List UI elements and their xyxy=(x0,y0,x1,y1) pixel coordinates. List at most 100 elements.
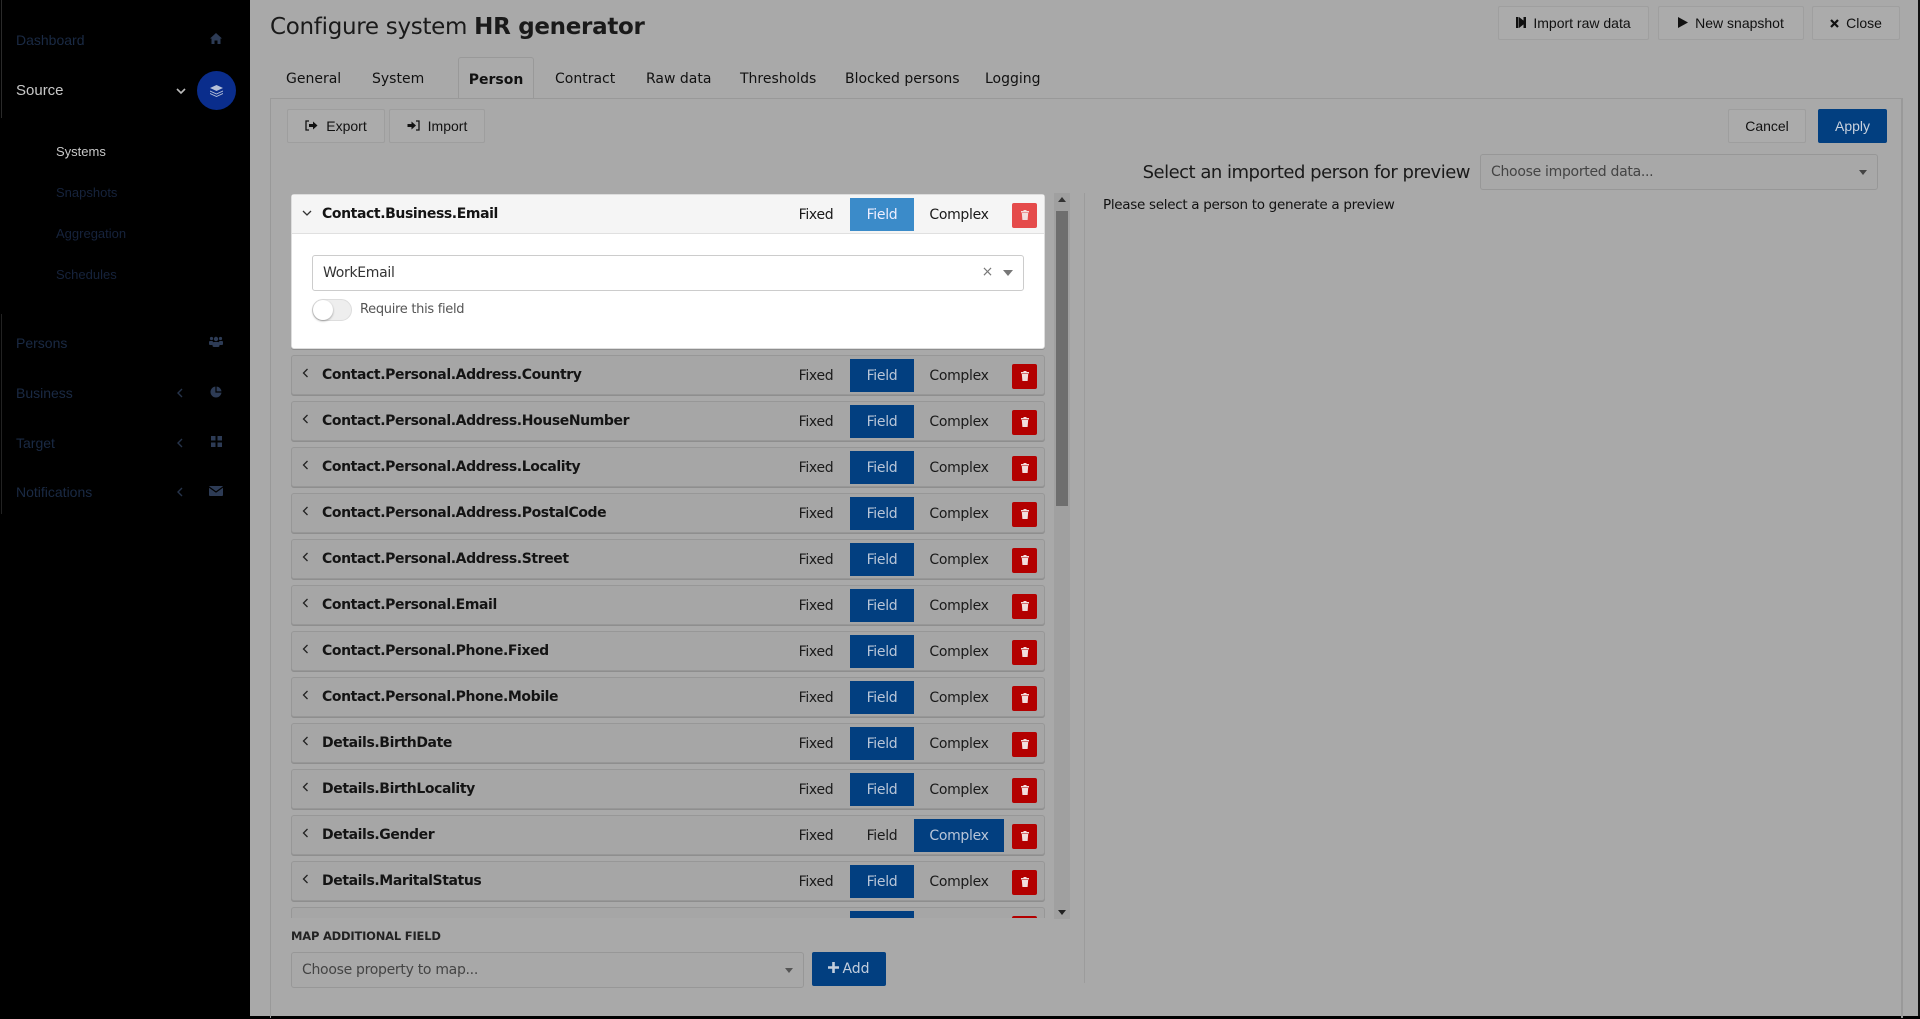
sidebar-subitem-aggregation[interactable]: Aggregation xyxy=(56,226,126,241)
sidebar-item-source[interactable]: Source xyxy=(0,70,250,110)
mode-complex-button[interactable]: Complex xyxy=(914,911,1004,918)
chevron-left-icon[interactable] xyxy=(302,505,309,519)
mode-complex-button[interactable]: Complex xyxy=(914,451,1004,484)
add-mapping-button[interactable]: Add xyxy=(812,952,886,986)
sidebar-item-target[interactable]: Target xyxy=(0,423,250,463)
chevron-left-icon[interactable] xyxy=(302,873,309,887)
scroll-down-icon[interactable] xyxy=(1058,910,1066,915)
delete-mapping-button[interactable] xyxy=(1012,916,1037,918)
mapping-field-name[interactable]: Contact.Personal.Address.Street xyxy=(322,551,569,567)
mode-complex-button[interactable]: Complex xyxy=(914,727,1004,760)
map-property-select[interactable]: Choose property to map... xyxy=(291,952,804,988)
mode-complex-button[interactable]: Complex xyxy=(914,359,1004,392)
mode-fixed-button[interactable]: Fixed xyxy=(792,405,840,438)
preview-person-select[interactable]: Choose imported data... xyxy=(1480,154,1878,190)
chevron-left-icon[interactable] xyxy=(302,827,309,841)
tab-system[interactable]: System xyxy=(372,57,424,99)
mode-field-button[interactable]: Field xyxy=(850,497,914,530)
mapping-field-name[interactable]: Details.BirthLocality xyxy=(322,781,475,797)
mapping-field-name[interactable]: Contact.Personal.Address.Locality xyxy=(322,459,581,475)
mode-field-button[interactable]: Field xyxy=(850,911,914,918)
mode-complex-button[interactable]: Complex xyxy=(914,497,1004,530)
sidebar-subitem-systems[interactable]: Systems xyxy=(56,144,106,159)
mode-fixed-button[interactable]: Fixed xyxy=(792,543,840,576)
mapping-field-name[interactable]: Contact.Business.Email xyxy=(322,206,498,222)
mode-fixed-button[interactable]: Fixed xyxy=(792,865,840,898)
delete-mapping-button[interactable] xyxy=(1012,778,1037,803)
new-snapshot-button[interactable]: New snapshot xyxy=(1658,6,1804,40)
tab-blocked-persons[interactable]: Blocked persons xyxy=(845,57,960,99)
tab-contract[interactable]: Contract xyxy=(555,57,615,99)
chevron-left-icon[interactable] xyxy=(302,781,309,795)
clear-icon[interactable]: × xyxy=(982,264,994,280)
chevron-left-icon[interactable] xyxy=(302,413,309,427)
mapping-field-name[interactable]: Contact.Personal.Address.Country xyxy=(322,367,582,383)
chevron-down-icon[interactable] xyxy=(302,206,312,220)
chevron-left-icon[interactable] xyxy=(302,459,309,473)
import-raw-data-button[interactable]: Import raw data xyxy=(1498,6,1649,40)
mode-fixed-button[interactable]: Fixed xyxy=(792,635,840,668)
delete-mapping-button[interactable] xyxy=(1012,502,1037,527)
mode-field-button[interactable]: Field xyxy=(850,359,914,392)
mode-fixed-button[interactable]: Fixed xyxy=(792,911,840,918)
mode-fixed-button[interactable]: Fixed xyxy=(792,451,840,484)
mode-fixed-button[interactable]: Fixed xyxy=(792,359,840,392)
scrollbar-thumb[interactable] xyxy=(1056,211,1068,506)
close-button[interactable]: Close xyxy=(1812,6,1900,40)
source-field-select[interactable]: WorkEmail × xyxy=(312,255,1024,291)
mapping-field-name[interactable]: Contact.Personal.Phone.Fixed xyxy=(322,643,549,659)
mode-complex-button[interactable]: Complex xyxy=(914,405,1004,438)
mode-field-button[interactable]: Field xyxy=(850,819,914,852)
delete-mapping-button[interactable] xyxy=(1012,410,1037,435)
delete-mapping-button[interactable] xyxy=(1012,203,1037,228)
export-button[interactable]: Export xyxy=(287,109,385,143)
mode-field-button[interactable]: Field xyxy=(850,451,914,484)
chevron-left-icon[interactable] xyxy=(302,367,309,381)
delete-mapping-button[interactable] xyxy=(1012,870,1037,895)
mode-fixed-button[interactable]: Fixed xyxy=(792,198,840,231)
mode-field-button[interactable]: Field xyxy=(850,405,914,438)
mode-fixed-button[interactable]: Fixed xyxy=(792,497,840,530)
chevron-left-icon[interactable] xyxy=(302,643,309,657)
delete-mapping-button[interactable] xyxy=(1012,594,1037,619)
delete-mapping-button[interactable] xyxy=(1012,364,1037,389)
mode-field-button[interactable]: Field xyxy=(850,635,914,668)
cancel-button[interactable]: Cancel xyxy=(1728,109,1806,143)
chevron-left-icon[interactable] xyxy=(302,735,309,749)
mode-field-button[interactable]: Field xyxy=(850,727,914,760)
mode-complex-button[interactable]: Complex xyxy=(914,635,1004,668)
mode-field-button[interactable]: Field xyxy=(850,865,914,898)
mapping-field-name[interactable]: Contact.Personal.Email xyxy=(322,597,497,613)
mode-field-button[interactable]: Field xyxy=(850,543,914,576)
tab-general[interactable]: General xyxy=(286,57,341,99)
mapping-field-name[interactable]: Details.MaritalStatus xyxy=(322,873,482,889)
tab-thresholds[interactable]: Thresholds xyxy=(740,57,816,99)
delete-mapping-button[interactable] xyxy=(1012,732,1037,757)
mode-field-button[interactable]: Field xyxy=(850,198,914,231)
mode-fixed-button[interactable]: Fixed xyxy=(792,727,840,760)
sidebar-item-notifications[interactable]: Notifications xyxy=(0,472,250,512)
mapping-field-name[interactable]: Details.BirthDate xyxy=(322,735,452,751)
tab-logging[interactable]: Logging xyxy=(985,57,1041,99)
scroll-up-icon[interactable] xyxy=(1058,197,1066,202)
chevron-left-icon[interactable] xyxy=(302,597,309,611)
mode-fixed-button[interactable]: Fixed xyxy=(792,819,840,852)
sidebar-item-dashboard[interactable]: Dashboard xyxy=(0,20,250,60)
require-field-toggle[interactable] xyxy=(312,299,352,321)
mode-field-button[interactable]: Field xyxy=(850,589,914,622)
mode-field-button[interactable]: Field xyxy=(850,681,914,714)
mode-fixed-button[interactable]: Fixed xyxy=(792,773,840,806)
delete-mapping-button[interactable] xyxy=(1012,548,1037,573)
mapping-field-name[interactable]: Details.Gender xyxy=(322,827,435,843)
mapping-field-name[interactable]: Contact.Personal.Address.HouseNumber xyxy=(322,413,630,429)
mode-complex-button[interactable]: Complex xyxy=(914,681,1004,714)
mode-complex-button[interactable]: Complex xyxy=(914,865,1004,898)
mode-complex-button[interactable]: Complex xyxy=(914,819,1004,852)
import-button[interactable]: Import xyxy=(389,109,485,143)
apply-button[interactable]: Apply xyxy=(1818,109,1887,143)
mode-fixed-button[interactable]: Fixed xyxy=(792,589,840,622)
delete-mapping-button[interactable] xyxy=(1012,640,1037,665)
delete-mapping-button[interactable] xyxy=(1012,686,1037,711)
mapping-field-name[interactable]: Contact.Personal.Phone.Mobile xyxy=(322,689,559,705)
mode-fixed-button[interactable]: Fixed xyxy=(792,681,840,714)
